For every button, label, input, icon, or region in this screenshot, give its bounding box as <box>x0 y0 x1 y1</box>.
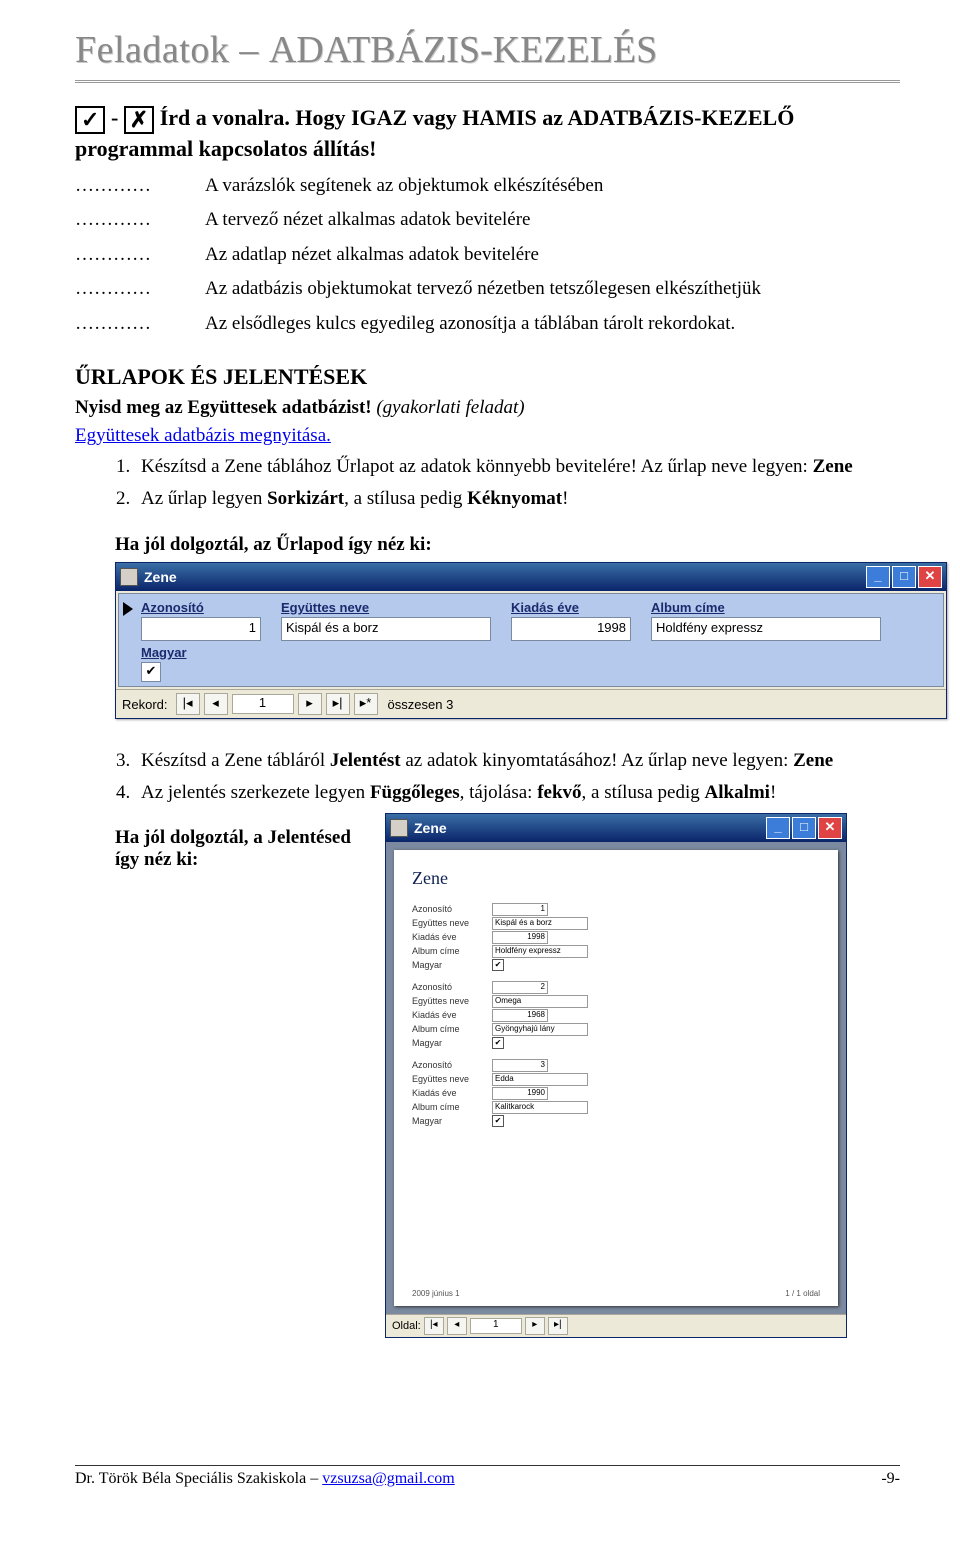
nav-first-button[interactable]: |◂ <box>424 1317 444 1335</box>
report-page: Zene Azonosító1 Együttes neveKispál és a… <box>394 850 838 1306</box>
list-item: Készítsd a Zene tábláról Jelentést az ad… <box>135 747 900 775</box>
field-hu[interactable]: ✔ <box>141 662 161 682</box>
task-list-1: Készítsd a Zene táblához Űrlapot az adat… <box>75 453 900 512</box>
task-title-text: Írd a vonalra. Hogy IGAZ vagy HAMIS az A… <box>75 105 794 161</box>
report-record: Azonosító3 Együttes neveEdda Kiadás éve1… <box>412 1059 820 1127</box>
statement-row: …………Az adatlap nézet alkalmas adatok bev… <box>75 241 900 270</box>
statements-block: …………A varázslók segítenek az objektumok … <box>75 172 900 339</box>
report-record: Azonosító1 Együttes neveKispál és a borz… <box>412 903 820 971</box>
nav-prev-button[interactable]: ◂ <box>204 693 228 715</box>
statement-row: …………Az adatbázis objektumokat tervező né… <box>75 275 900 304</box>
field-year[interactable]: 1998 <box>511 617 631 641</box>
header-part2: ADATBÁZIS-KEZELÉS <box>269 29 657 71</box>
app-icon <box>390 819 408 837</box>
check-icon: ✓ <box>75 106 105 134</box>
list-item: Az űrlap legyen Sorkizárt, a stílusa ped… <box>135 485 900 513</box>
label-id: Azonosító <box>141 600 261 615</box>
field-id[interactable]: 1 <box>141 617 261 641</box>
nav-last-button[interactable]: ▸| <box>548 1317 568 1335</box>
task-list-2: Készítsd a Zene tábláról Jelentést az ad… <box>75 747 900 806</box>
report-nav-bar: Oldal: |◂ ◂ 1 ▸ ▸| <box>386 1314 846 1337</box>
result-label-form: Ha jól dolgoztál, az Űrlapod így néz ki: <box>115 534 900 556</box>
close-button[interactable]: ✕ <box>918 566 942 588</box>
field-album[interactable]: Holdfény expressz <box>651 617 881 641</box>
report-window: Zene _ □ ✕ Zene Azonosító1 Együttes neve… <box>385 813 847 1338</box>
maximize-button[interactable]: □ <box>792 817 816 839</box>
form-titlebar[interactable]: Zene _ □ ✕ <box>116 563 946 591</box>
report-footer: 2009 június 1 1 / 1 oldal <box>412 1289 820 1298</box>
app-icon <box>120 568 138 586</box>
cross-icon: ✗ <box>124 106 154 134</box>
nav-last-button[interactable]: ▸| <box>326 693 350 715</box>
page-footer: Dr. Török Béla Speciális Szakiskola – vz… <box>75 1465 900 1488</box>
form-body: Azonosító 1 Együttes neve Kispál és a bo… <box>118 593 944 687</box>
list-item: Az jelentés szerkezete legyen Függőleges… <box>135 779 900 807</box>
statement-row: …………A tervező nézet alkalmas adatok bevi… <box>75 206 900 235</box>
footer-left: Dr. Török Béla Speciális Szakiskola – vz… <box>75 1470 455 1488</box>
report-win-title: Zene <box>414 820 447 836</box>
list-item: Készítsd a Zene táblához Űrlapot az adat… <box>135 453 900 481</box>
form-window: Zene _ □ ✕ Azonosító 1 Együttes neve Kis… <box>115 562 947 719</box>
record-marker-icon <box>123 602 133 616</box>
page-nav-label: Oldal: <box>392 1320 421 1332</box>
nav-prev-button[interactable]: ◂ <box>447 1317 467 1335</box>
label-year: Kiadás éve <box>511 600 631 615</box>
label-hu: Magyar <box>141 645 187 660</box>
close-button[interactable]: ✕ <box>818 817 842 839</box>
statement-row: …………Az elsődleges kulcs egyedileg azonos… <box>75 310 900 339</box>
page-header: Feladatok – ADATBÁZIS-KEZELÉS <box>75 20 900 83</box>
nav-next-button[interactable]: ▸ <box>298 693 322 715</box>
open-db-line: Nyisd meg az Együttesek adatbázist! (gya… <box>75 394 900 422</box>
nav-next-button[interactable]: ▸ <box>525 1317 545 1335</box>
record-number[interactable]: 1 <box>232 694 294 714</box>
record-label: Rekord: <box>122 697 168 712</box>
form-title: Zene <box>144 569 177 585</box>
nav-first-button[interactable]: |◂ <box>176 693 200 715</box>
report-page-title: Zene <box>412 868 820 889</box>
record-nav-bar: Rekord: |◂ ◂ 1 ▸ ▸| ▸* összesen 3 <box>116 689 946 718</box>
result-label-report: Ha jól dolgoztál, a Jelentésed így néz k… <box>115 827 365 1332</box>
nav-new-button[interactable]: ▸* <box>354 693 378 715</box>
maximize-button[interactable]: □ <box>892 566 916 588</box>
minimize-button[interactable]: _ <box>866 566 890 588</box>
header-part1: Feladatok – <box>75 29 269 71</box>
open-db-link[interactable]: Együttesek adatbázis megnyitása. <box>75 425 331 446</box>
label-album: Album címe <box>651 600 881 615</box>
footer-page-number: -9- <box>881 1470 900 1488</box>
label-band: Együttes neve <box>281 600 491 615</box>
minimize-button[interactable]: _ <box>766 817 790 839</box>
footer-email-link[interactable]: vzsuzsa@gmail.com <box>322 1470 454 1487</box>
record-total: összesen 3 <box>388 697 454 712</box>
section-heading: ŰRLAPOK ÉS JELENTÉSEK <box>75 364 900 390</box>
dash: - <box>105 105 123 130</box>
statement-row: …………A varázslók segítenek az objektumok … <box>75 172 900 201</box>
report-record: Azonosító2 Együttes neveOmega Kiadás éve… <box>412 981 820 1049</box>
page-number[interactable]: 1 <box>470 1318 522 1334</box>
field-band[interactable]: Kispál és a borz <box>281 617 491 641</box>
task-title: ✓ - ✗ Írd a vonalra. Hogy IGAZ vagy HAMI… <box>75 103 900 164</box>
report-titlebar[interactable]: Zene _ □ ✕ <box>386 814 846 842</box>
